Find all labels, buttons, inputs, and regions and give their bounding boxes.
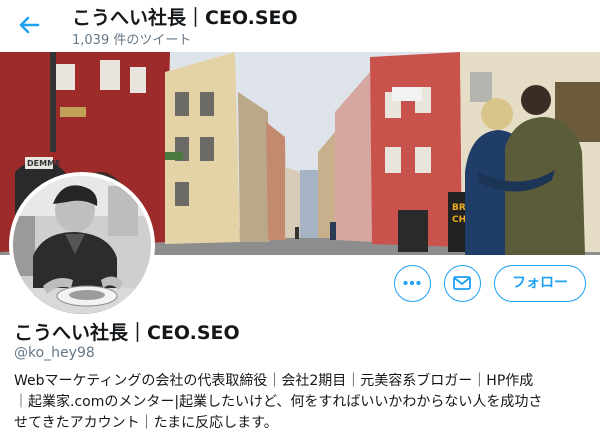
shop-sign: DEMME <box>27 159 61 168</box>
arrow-left-icon <box>19 16 40 34</box>
tweet-count: 1,039 件のツイート <box>72 33 192 48</box>
profile-handle: @ko_hey98 <box>14 345 95 361</box>
more-options-button[interactable] <box>394 265 431 302</box>
top-bar: こうへい社長｜CEO.SEO 1,039 件のツイート <box>0 0 600 52</box>
back-button[interactable] <box>14 10 44 40</box>
profile-bio: Webマーケティングの会社の代表取締役｜会社2期目｜元美容系ブロガー｜HP作成 … <box>14 371 588 434</box>
profile-name: こうへい社長｜CEO.SEO <box>14 322 240 344</box>
message-button[interactable] <box>444 265 481 302</box>
page-title: こうへい社長｜CEO.SEO <box>72 7 298 29</box>
more-dots-icon <box>403 280 421 286</box>
mail-icon <box>453 276 471 290</box>
bio-line: せてきたアカウント｜たまに反応します。 <box>14 415 278 431</box>
profile-avatar[interactable] <box>9 172 155 318</box>
bio-line: Webマーケティングの会社の代表取締役｜会社2期目｜元美容系ブロガー｜HP作成 <box>14 373 534 389</box>
bio-line: ｜起業家.comのメンター|起業したいけど、何をすればいいかわからない人を成功さ <box>14 394 543 410</box>
follow-button[interactable]: フォロー <box>494 265 586 302</box>
